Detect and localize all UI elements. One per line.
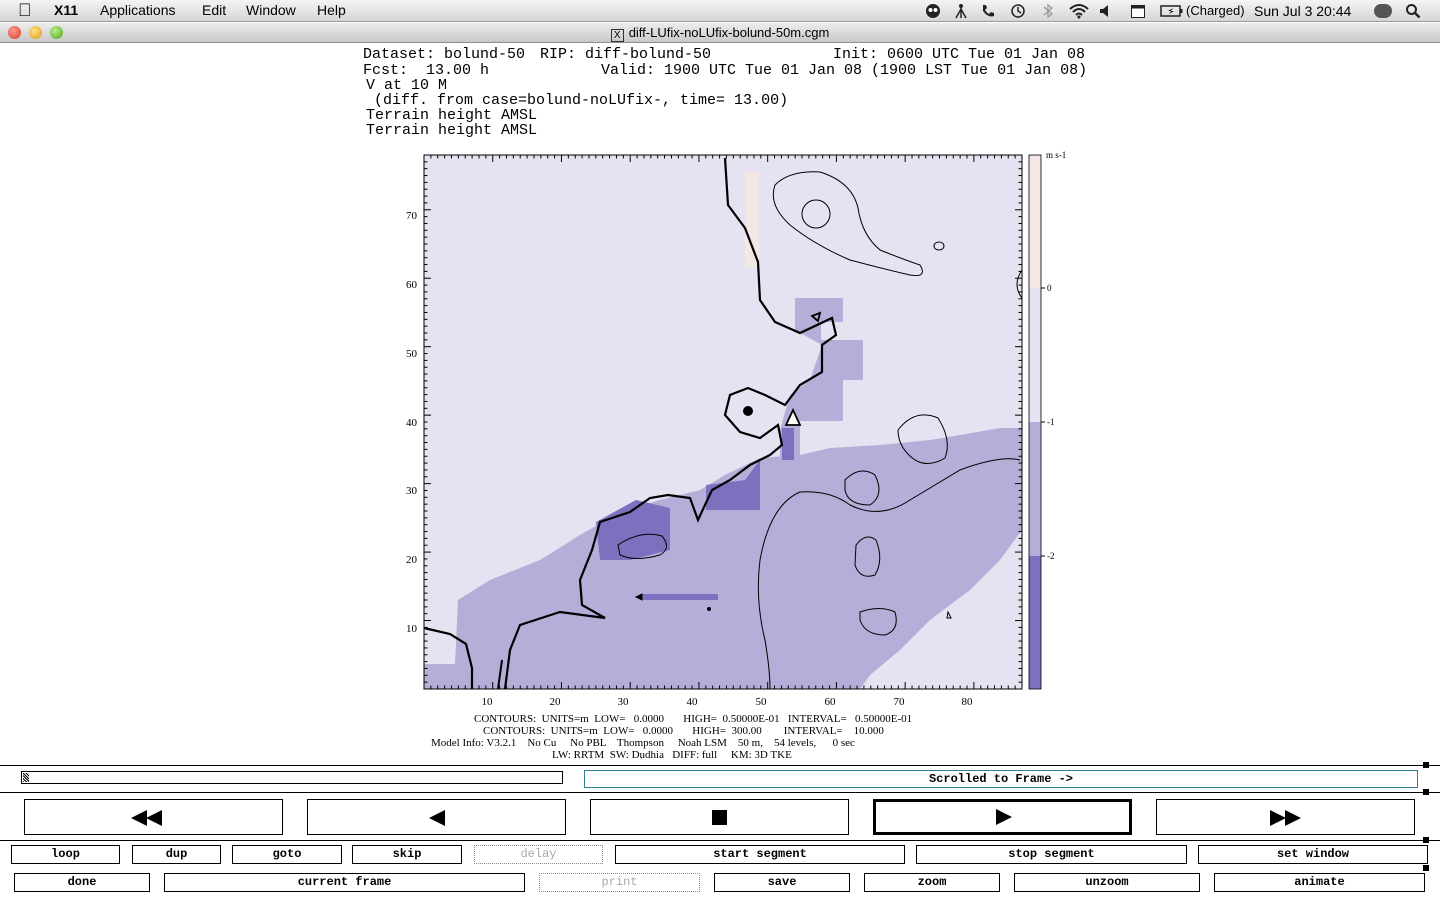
colorbar-tick: 0 — [1047, 283, 1052, 293]
ytick-label: 70 — [406, 210, 418, 222]
stop-segment-button[interactable]: stop segment — [916, 845, 1187, 864]
resize-handle[interactable] — [1423, 789, 1429, 795]
stop-icon — [712, 810, 727, 825]
footer-model-info: Model Info: V3.2.1 No Cu No PBL Thompson… — [431, 737, 855, 749]
skip-button[interactable]: skip — [352, 845, 462, 864]
xtick-label: 20 — [550, 696, 562, 708]
resize-handle[interactable] — [1423, 865, 1429, 871]
contour-tick-3 — [707, 607, 711, 611]
colorbar-tick: -2 — [1047, 551, 1055, 561]
shade-positive-strip — [745, 172, 759, 267]
xtick-label: 50 — [756, 696, 768, 708]
step-back-icon — [429, 810, 445, 826]
step-back-button[interactable] — [307, 799, 566, 835]
play-icon — [996, 809, 1012, 825]
xtick-label: 40 — [687, 696, 699, 708]
shade-minus-2-strip — [640, 594, 718, 600]
rewind-icon — [131, 810, 162, 826]
colorbar-positive — [1029, 155, 1041, 288]
ytick-label: 30 — [406, 485, 418, 497]
resize-handle[interactable] — [1423, 762, 1429, 768]
rewind-button[interactable] — [24, 799, 283, 835]
scrollbar-thumb[interactable] — [23, 773, 29, 782]
done-button[interactable]: done — [14, 873, 150, 892]
print-button: print — [539, 873, 700, 892]
unzoom-button[interactable]: unzoom — [1014, 873, 1200, 892]
resize-handle[interactable] — [1423, 837, 1429, 843]
xtick-label: 30 — [618, 696, 630, 708]
start-segment-button[interactable]: start segment — [615, 845, 905, 864]
colorbar-unit: m s-1 — [1046, 150, 1066, 160]
xtick-label: 60 — [825, 696, 837, 708]
ytick-label: 50 — [406, 348, 418, 360]
xtick-label: 10 — [482, 696, 494, 708]
footer-contours-1: CONTOURS: UNITS=m LOW= 0.0000 HIGH= 0.50… — [474, 713, 913, 725]
fast-forward-icon — [1270, 810, 1301, 826]
ytick-label: 20 — [406, 554, 418, 566]
goto-button[interactable]: goto — [232, 845, 342, 864]
xtick-label: 80 — [962, 696, 974, 708]
colorbar-tick: -1 — [1047, 417, 1055, 427]
stop-button[interactable] — [590, 799, 849, 835]
shade-minus-2-patch-c — [782, 428, 794, 460]
save-button[interactable]: save — [714, 873, 850, 892]
colorbar-minus-1-to-minus-2 — [1029, 422, 1041, 556]
dup-button[interactable]: dup — [132, 845, 221, 864]
difference-map: 10 20 30 40 50 60 70 80 10 20 30 40 50 6… — [406, 150, 1066, 708]
current-frame-button[interactable]: current frame — [164, 873, 525, 892]
play-button[interactable] — [873, 799, 1132, 835]
bolund-dot — [743, 406, 753, 416]
footer-physics: LW: RRTM SW: Dudhia DIFF: full KM: 3D TK… — [552, 749, 792, 761]
ytick-label: 10 — [406, 623, 418, 635]
colorbar-below-minus-2 — [1029, 556, 1041, 689]
status-field: Scrolled to Frame -> — [584, 770, 1418, 788]
divider — [0, 765, 1440, 766]
ytick-label: 60 — [406, 279, 418, 291]
colorbar-zero-to-minus-1 — [1029, 288, 1041, 422]
delay-button: delay — [474, 845, 603, 864]
set-window-button[interactable]: set window — [1198, 845, 1428, 864]
frame-scrollbar[interactable] — [21, 771, 563, 784]
footer-contours-2: CONTOURS: UNITS=m LOW= 0.0000 HIGH= 300.… — [483, 725, 884, 737]
animate-button[interactable]: animate — [1214, 873, 1425, 892]
divider — [0, 792, 1440, 793]
loop-button[interactable]: loop — [11, 845, 120, 864]
xtick-label: 70 — [894, 696, 906, 708]
ytick-label: 40 — [406, 417, 418, 429]
zoom-button[interactable]: zoom — [864, 873, 1000, 892]
fast-forward-button[interactable] — [1156, 799, 1415, 835]
divider — [0, 840, 1440, 841]
